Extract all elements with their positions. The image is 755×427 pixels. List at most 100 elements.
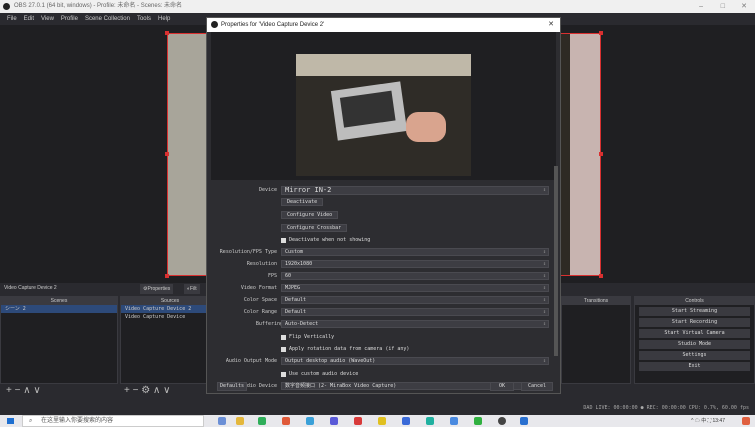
- app-icon[interactable]: [306, 417, 314, 425]
- color-range-label: Color Range: [243, 309, 277, 315]
- defaults-button[interactable]: Defaults: [217, 382, 247, 391]
- start-virtual-camera-button[interactable]: Start Virtual Camera: [639, 329, 750, 338]
- windows-start-icon[interactable]: [7, 418, 14, 424]
- audio-output-label: Audio Output Mode: [225, 358, 277, 364]
- resize-handle[interactable]: [165, 152, 169, 156]
- resize-handle[interactable]: [599, 152, 603, 156]
- dialog-title-bar: Properties for 'Video Capture Device 2' …: [207, 18, 560, 32]
- scenes-dock: Scenes シーン 2: [0, 296, 118, 384]
- audio-output-select[interactable]: Output desktop audio (WaveOut): [281, 357, 549, 365]
- start-streaming-button[interactable]: Start Streaming: [639, 307, 750, 316]
- app-icon[interactable]: [520, 417, 528, 425]
- cancel-button[interactable]: Cancel: [521, 382, 553, 391]
- video-format-select[interactable]: MJPEG: [281, 284, 549, 292]
- title-bar: OBS 27.0.1 (64 bit, windows) - Profile: …: [0, 0, 755, 13]
- resize-handle[interactable]: [599, 31, 603, 35]
- res-fps-type-select[interactable]: Custom: [281, 248, 549, 256]
- sources-dock: Sources Video Capture Device 2 Video Cap…: [120, 296, 220, 384]
- scene-item[interactable]: シーン 2: [1, 305, 117, 313]
- menu-edit[interactable]: Edit: [24, 16, 34, 22]
- app-icon[interactable]: [450, 417, 458, 425]
- scenes-header: Scenes: [1, 297, 117, 305]
- obs-taskbar-icon[interactable]: [498, 417, 506, 425]
- audio-output-row: Audio Output Mode Output desktop audio (W…: [211, 357, 551, 365]
- camera-keyboard: [339, 90, 396, 128]
- sources-toolbar[interactable]: + − ⚙ ∧ ∨: [124, 385, 170, 396]
- app-icon[interactable]: [354, 417, 362, 425]
- scenes-toolbar[interactable]: + − ∧ ∨: [6, 385, 41, 396]
- studio-mode-button[interactable]: Studio Mode: [639, 340, 750, 349]
- device-select[interactable]: Mirror IN-2: [281, 186, 549, 195]
- system-tray: ^ ☁ 中 ⛶ 13:47: [691, 415, 725, 427]
- notification-icon[interactable]: [742, 417, 750, 425]
- camera-preview-image: [296, 54, 471, 176]
- exit-button[interactable]: Exit: [639, 362, 750, 371]
- dialog-scrollbar[interactable]: [554, 166, 558, 356]
- dialog-preview: [211, 32, 556, 180]
- color-space-select[interactable]: Default: [281, 296, 549, 304]
- source-item[interactable]: Video Capture Device 2: [121, 305, 219, 313]
- menu-view[interactable]: View: [41, 16, 54, 22]
- res-fps-type-label: Resolution/FPS Type: [219, 249, 277, 255]
- maximize-button[interactable]: □: [721, 0, 725, 13]
- sources-header: Sources: [121, 297, 219, 305]
- dialog-close-button[interactable]: ✕: [548, 18, 554, 32]
- controls-dock: Controls Start Streaming Start Recording…: [634, 296, 755, 384]
- status-text: DAD LIVE: 00:00:00 ● REC: 00:00:00 CPU: …: [583, 405, 749, 411]
- file-explorer-icon[interactable]: [236, 417, 244, 425]
- filters-label: Filt: [190, 286, 197, 292]
- start-recording-button[interactable]: Start Recording: [639, 318, 750, 327]
- ok-button[interactable]: OK: [490, 382, 514, 391]
- fps-select[interactable]: 60: [281, 272, 549, 280]
- selected-source-label: Video Capture Device 2: [4, 285, 57, 291]
- menu-tools[interactable]: Tools: [137, 16, 151, 22]
- menu-profile[interactable]: Profile: [61, 16, 78, 22]
- app-icon[interactable]: [258, 417, 266, 425]
- settings-button[interactable]: Settings: [639, 351, 750, 360]
- custom-audio-checkbox[interactable]: Use custom audio device: [281, 370, 358, 378]
- device-row: Device Mirror IN-2: [211, 186, 551, 195]
- apply-rotation-checkbox[interactable]: Apply rotation data from camera (if any): [281, 345, 409, 353]
- tray-icons[interactable]: ^ ☁ 中 ⛶: [691, 418, 711, 424]
- task-view-icon[interactable]: [218, 417, 226, 425]
- clock[interactable]: 13:47: [712, 418, 725, 424]
- video-format-row: Video Format MJPEG: [211, 284, 551, 292]
- resize-handle[interactable]: [165, 31, 169, 35]
- color-space-row: Color Space Default: [211, 296, 551, 304]
- flip-vertically-checkbox[interactable]: Flip Vertically: [281, 333, 334, 341]
- res-fps-type-row: Resolution/FPS Type Custom: [211, 248, 551, 256]
- windows-taskbar: ⌕ 在这里输入你要搜索的内容 ^ ☁ 中 ⛶ 13:47: [0, 415, 755, 427]
- app-icon[interactable]: [474, 417, 482, 425]
- app-icon[interactable]: [426, 417, 434, 425]
- properties-button[interactable]: ⚙Properties: [140, 284, 174, 294]
- fps-row: FPS 60: [211, 272, 551, 280]
- app-icon[interactable]: [330, 417, 338, 425]
- color-range-row: Color Range Default: [211, 308, 551, 316]
- transitions-header: Transitions: [562, 297, 630, 305]
- deactivate-button[interactable]: Deactivate: [281, 198, 324, 206]
- menu-help[interactable]: Help: [158, 16, 170, 22]
- menu-file[interactable]: File: [7, 16, 17, 22]
- configure-video-button[interactable]: Configure Video: [281, 211, 339, 219]
- source-item[interactable]: Video Capture Device: [121, 313, 219, 321]
- deactivate-when-not-showing-checkbox[interactable]: Deactivate when not showing: [281, 236, 370, 244]
- app-icon[interactable]: [282, 417, 290, 425]
- search-placeholder: 在这里输入你要搜索的内容: [41, 418, 114, 424]
- resolution-select[interactable]: 1920x1080: [281, 260, 549, 268]
- minimize-button[interactable]: –: [699, 0, 703, 13]
- close-button[interactable]: ✕: [741, 0, 747, 13]
- app-icon[interactable]: [378, 417, 386, 425]
- canvas-pink-area: [570, 34, 600, 275]
- taskbar-search-input[interactable]: ⌕ 在这里输入你要搜索的内容: [22, 415, 204, 427]
- configure-crossbar-button[interactable]: Configure Crossbar: [281, 224, 348, 232]
- filters-button[interactable]: ◐Filt: [184, 284, 200, 294]
- properties-label: Properties: [147, 286, 171, 292]
- dialog-title: Properties for 'Video Capture Device 2': [221, 22, 325, 28]
- buffering-select[interactable]: Auto-Detect: [281, 320, 549, 328]
- resize-handle[interactable]: [599, 274, 603, 278]
- menu-scene-collection[interactable]: Scene Collection: [85, 16, 130, 22]
- resize-handle[interactable]: [165, 274, 169, 278]
- app-icon[interactable]: [402, 417, 410, 425]
- controls-header: Controls: [635, 297, 754, 305]
- color-range-select[interactable]: Default: [281, 308, 549, 316]
